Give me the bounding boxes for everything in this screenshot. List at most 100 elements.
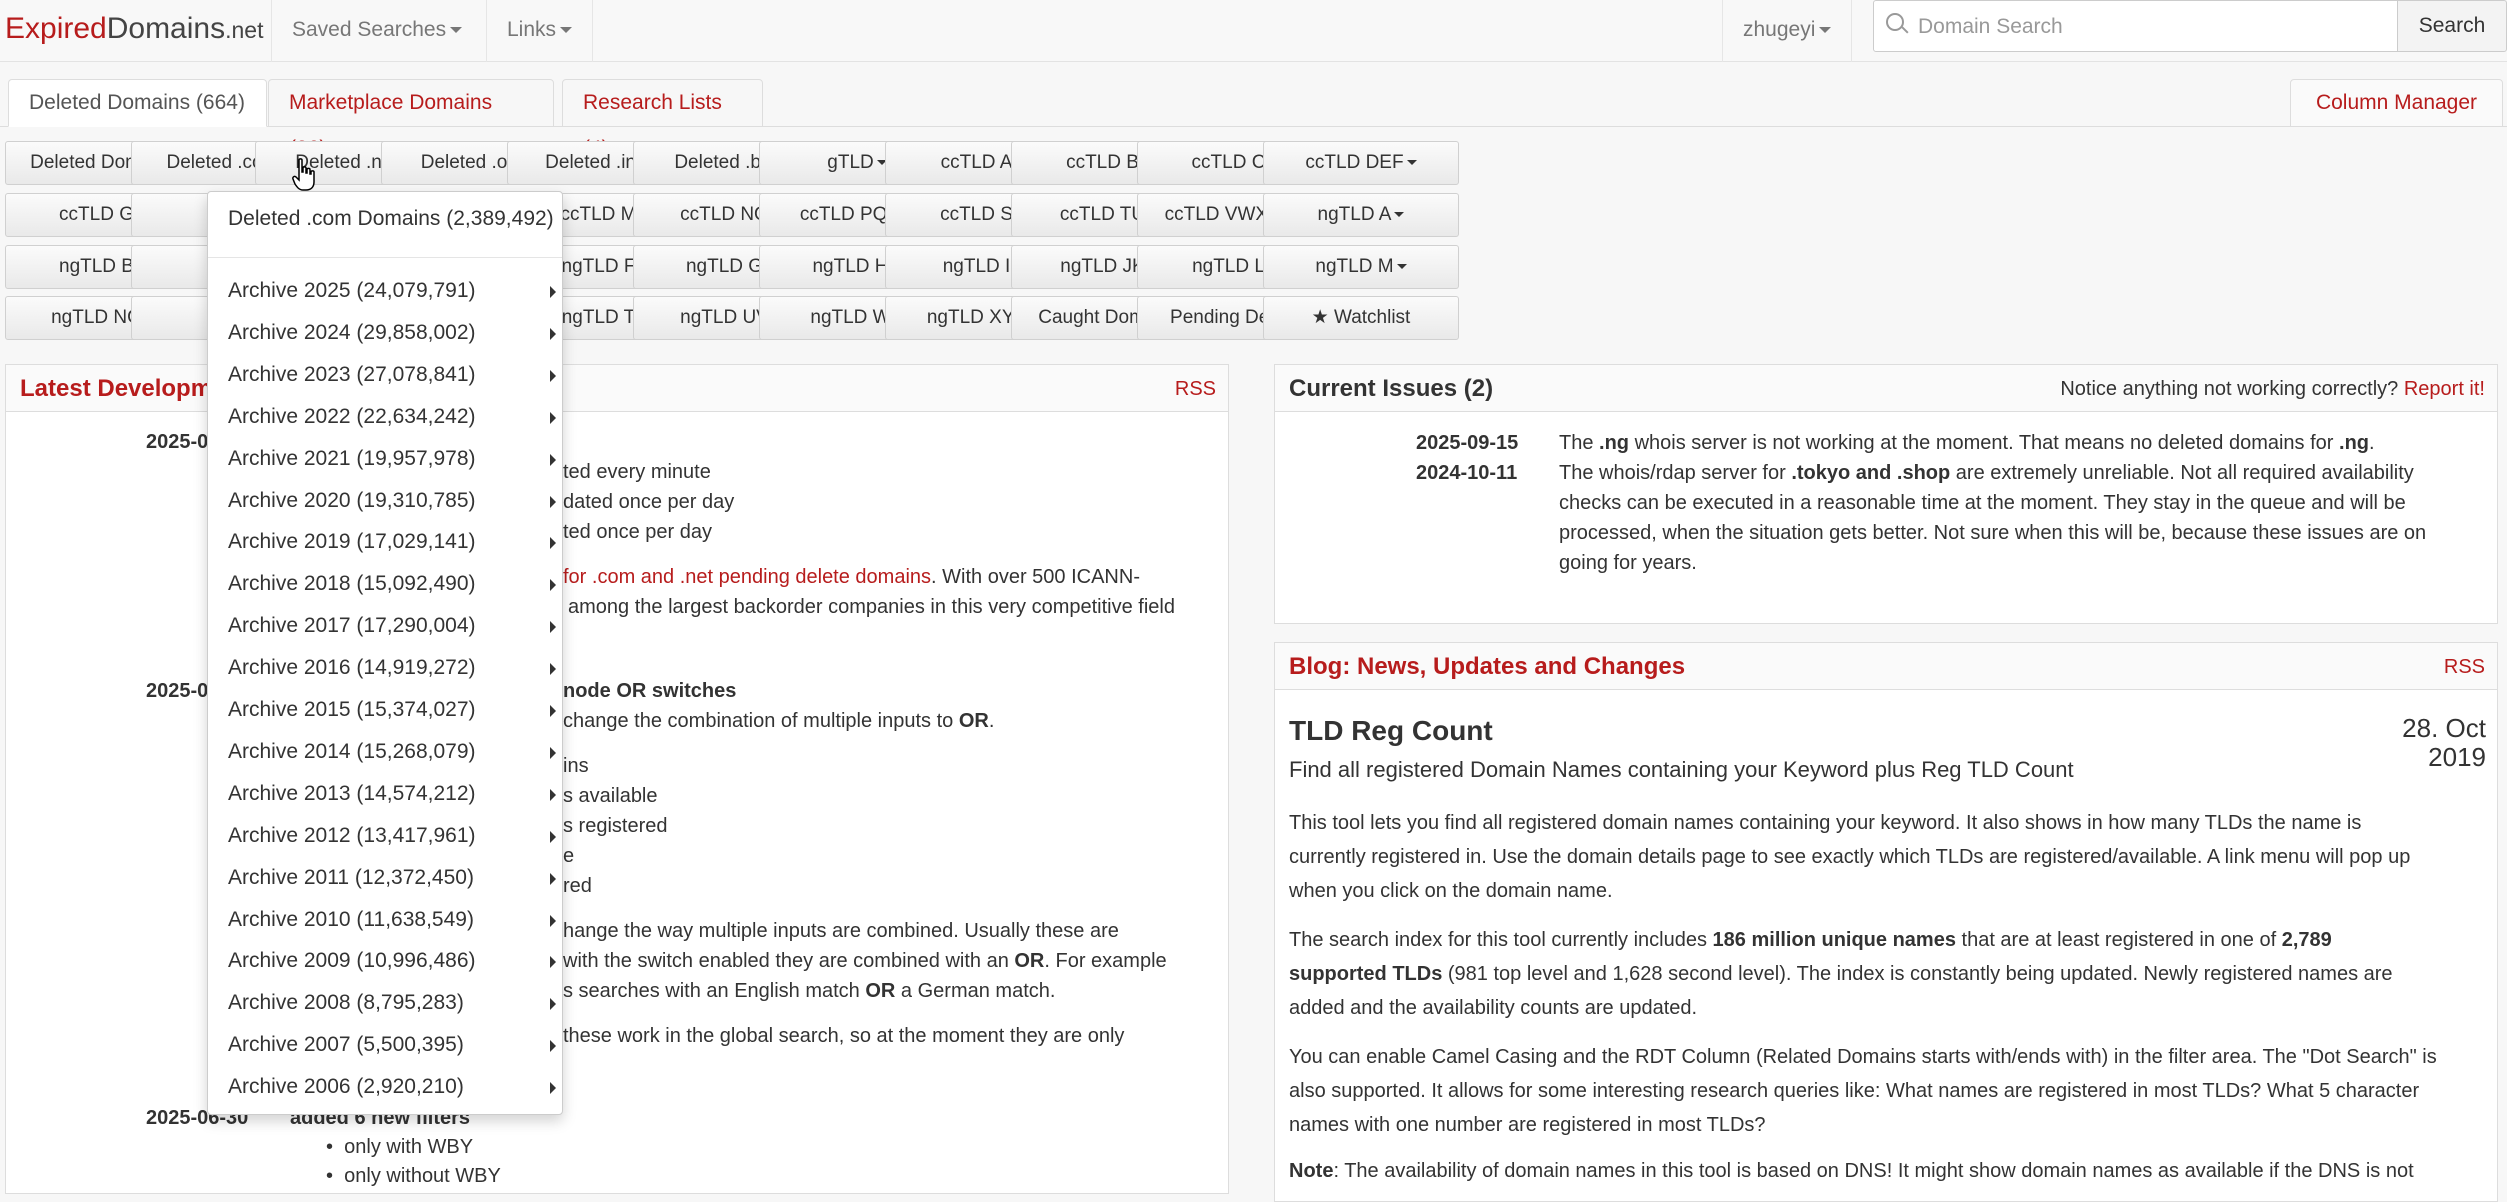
dropdown-item-archive[interactable]: Archive 2022 (22,634,242): [208, 399, 562, 439]
dropdown-item-label: Archive 2008 (8,795,283): [228, 991, 464, 1015]
blog-rss-link[interactable]: RSS: [2444, 656, 2485, 679]
dev-text-bold: OR: [958, 710, 989, 732]
issue-line: going for years.: [1559, 552, 1697, 574]
dropdown-item-label: Archive 2007 (5,500,395): [228, 1033, 464, 1057]
dropdown-item-archive[interactable]: Archive 2024 (29,858,002): [208, 315, 562, 355]
blog-text-line: also supported. It allows for some inter…: [1289, 1080, 2420, 1102]
dropdown-item-archive[interactable]: Archive 2009 (10,996,486): [208, 943, 562, 983]
issue-text: The whois/rdap server for: [1559, 462, 1792, 484]
tld-button-label: ngTLD UV: [680, 307, 769, 328]
site-logo[interactable]: ExpiredDomains.net: [5, 12, 263, 46]
dev-line: for .com and .net pending delete domains…: [563, 566, 1140, 589]
dropdown-item-archive[interactable]: Archive 2016 (14,919,272): [208, 650, 562, 690]
tld-button-label: ccTLD B: [1066, 152, 1139, 173]
dropdown-item-archive[interactable]: Archive 2025 (24,079,791): [208, 273, 562, 313]
tld-button-label: ccTLD G: [59, 204, 134, 225]
submenu-arrow-icon: [550, 495, 556, 508]
dev-line: with the switch enabled they are combine…: [563, 950, 1167, 973]
blog-text: : The availability of domain names in th…: [1333, 1160, 2414, 1182]
latest-rss-link[interactable]: RSS: [1175, 378, 1216, 401]
caret-down-icon: [1396, 264, 1407, 270]
dropdown-item-label: Archive 2020 (19,310,785): [228, 488, 476, 512]
deleted-com-dropdown-menu: Deleted .com Domains (2,389,492) Archive…: [207, 191, 563, 1115]
tld-button-label: ngTLD NO: [51, 307, 142, 328]
dropdown-item-archive[interactable]: Archive 2014 (15,268,079): [208, 734, 562, 774]
tld-button-label: ngTLD B: [59, 256, 134, 277]
issue-line: processed, when the situation gets bette…: [1559, 522, 2427, 544]
dev-bullet-text: only with WBY: [344, 1136, 474, 1158]
blog-text-line: currently registered in. Use the domain …: [1289, 846, 2411, 868]
saved-searches-menu[interactable]: Saved Searches: [271, 0, 482, 62]
dropdown-item-archive[interactable]: Archive 2012 (13,417,961): [208, 818, 562, 858]
submenu-arrow-icon: [550, 788, 556, 801]
domain-search-input[interactable]: [1916, 9, 2386, 45]
dropdown-item-archive[interactable]: Archive 2011 (12,372,450): [208, 860, 562, 900]
blog-text: that are at least registered in one of: [1955, 929, 2282, 951]
dropdown-item-archive[interactable]: Archive 2006 (2,920,210): [208, 1069, 562, 1109]
dropdown-item-label: Archive 2025 (24,079,791): [228, 279, 476, 302]
dropdown-item-label: Archive 2018 (15,092,490): [228, 572, 476, 596]
dropdown-item-label: Archive 2016 (14,919,272): [228, 656, 476, 680]
submenu-arrow-icon: [550, 621, 556, 634]
dropdown-item-archive[interactable]: Archive 2013 (14,574,212): [208, 776, 562, 816]
blog-text-line: You can enable Camel Casing and the RDT …: [1289, 1046, 2437, 1068]
dropdown-item-archive[interactable]: Archive 2010 (11,638,549): [208, 902, 562, 942]
dev-line: node OR switches: [563, 680, 737, 702]
issue-text-bold: .ng: [2339, 432, 2370, 454]
submenu-arrow-icon: [550, 369, 556, 382]
tab-marketplace-domains[interactable]: Marketplace Domains (26): [268, 79, 554, 160]
submenu-arrow-icon: [550, 579, 556, 592]
dropdown-item-archive[interactable]: Archive 2018 (15,092,490): [208, 566, 562, 606]
dropdown-item-label: Archive 2022 (22,634,242): [228, 404, 476, 428]
dropdown-item-archive[interactable]: Archive 2007 (5,500,395): [208, 1027, 562, 1067]
dropdown-item-label: Archive 2009 (10,996,486): [228, 949, 476, 973]
links-menu[interactable]: Links: [486, 0, 594, 62]
dropdown-item-deleted-com[interactable]: Deleted .com Domains (2,389,492): [228, 207, 554, 231]
tld-button-ngtld-a[interactable]: ngTLD A: [1263, 193, 1459, 237]
tld-button-label: ccTLD TU: [1059, 204, 1146, 225]
issue-text: .: [2369, 432, 2375, 454]
current-issues-title: Current Issues (2): [1289, 375, 1494, 402]
dropdown-item-archive[interactable]: Archive 2020 (19,310,785): [208, 483, 562, 523]
dropdown-item-archive[interactable]: Archive 2023 (27,078,841): [208, 357, 562, 397]
issue-line: checks can be executed in a reasonable t…: [1559, 492, 2406, 514]
logo-part-expired: Expired: [5, 12, 107, 45]
submenu-arrow-icon: [550, 286, 556, 298]
submenu-arrow-icon: [550, 411, 556, 424]
pending-delete-link[interactable]: for .com and .net pending delete domains: [563, 566, 931, 588]
blog-text-line: when you click on the domain name.: [1289, 880, 1613, 902]
dropdown-item-archive[interactable]: Archive 2015 (15,374,027): [208, 692, 562, 732]
tld-button-label: ngTLD I: [942, 256, 1011, 277]
blog-post-title[interactable]: TLD Reg Count: [1289, 715, 1493, 747]
blog-text-line: names with one number are registered in …: [1289, 1114, 1766, 1136]
tld-button-ngtld-m[interactable]: ngTLD M: [1263, 245, 1459, 289]
dev-line: among the largest backorder companies in…: [568, 596, 1175, 618]
search-button[interactable]: Search: [2397, 0, 2507, 52]
tld-button-label: ★ Watchlist: [1311, 307, 1411, 328]
dev-text: s searches with an English match: [563, 980, 866, 1002]
dropdown-item-archive[interactable]: Archive 2008 (8,795,283): [208, 985, 562, 1025]
tld-button-label: ngTLD A: [1317, 204, 1392, 225]
tld-button-label: ngTLD G: [685, 256, 764, 277]
tld-button-label: ccTLD C: [1191, 152, 1266, 173]
report-link[interactable]: Report it!: [2404, 378, 2485, 400]
issue-date-1: 2025-09-15: [1416, 432, 1519, 454]
tab-research-lists[interactable]: Research Lists (4): [562, 79, 763, 160]
dev-date-2: 2025-0: [146, 680, 209, 702]
submenu-arrow-icon: [550, 956, 556, 969]
blog-title: Blog: News, Updates and Changes: [1289, 653, 1686, 680]
tld-button-cctld-def[interactable]: ccTLD DEF: [1263, 141, 1459, 185]
dropdown-item-archive[interactable]: Archive 2017 (17,290,004): [208, 608, 562, 648]
domain-search-box: [1873, 0, 2398, 52]
caret-down-icon: [560, 27, 573, 34]
tld-button-watchlist[interactable]: ★ Watchlist: [1263, 296, 1459, 340]
dropdown-item-archive[interactable]: Archive 2019 (17,029,141): [208, 524, 562, 564]
blog-text: (981 top level and 1,628 second level). …: [1442, 963, 2393, 985]
dev-line: dated once per day: [563, 491, 735, 513]
dropdown-item-archive[interactable]: Archive 2021 (19,957,978): [208, 441, 562, 481]
column-manager-button[interactable]: Column Manager: [2290, 79, 2503, 127]
tab-deleted-domains[interactable]: Deleted Domains (664): [8, 79, 267, 127]
tld-button-label: ngTLD M: [1315, 256, 1394, 277]
user-menu[interactable]: zhugeyi: [1722, 0, 1853, 62]
dev-text-bold: OR: [865, 980, 896, 1002]
